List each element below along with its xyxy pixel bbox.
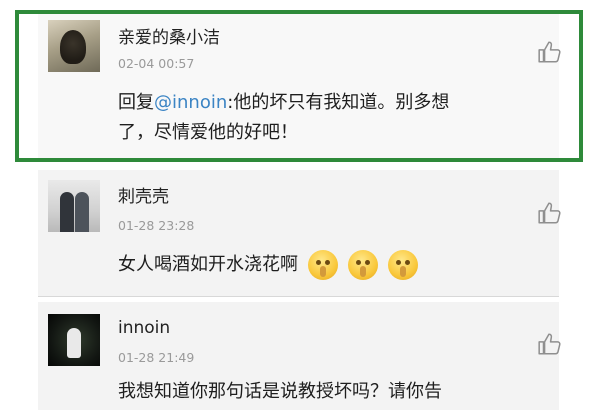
comment-text: 我想知道你那句话是说教授坏吗？请你告 [118,377,548,407]
shush-emoji-icon [348,250,378,280]
avatar-figure [60,30,86,64]
avatar-figure [60,192,74,232]
thumbs-up-icon[interactable] [537,200,563,226]
thumbs-up-icon-graphic [538,41,561,63]
comment-timestamp: 01-28 21:49 [118,350,195,365]
comment-timestamp: 02-04 00:57 [118,56,195,71]
reply-prefix: 回复 [118,92,154,113]
mention-link[interactable]: @innoin [154,92,227,113]
comment-text-line1: 女人喝酒如开水浇花啊 [118,254,298,275]
thumbs-up-icon-graphic [538,202,561,224]
thumbs-up-icon-graphic [538,333,561,355]
avatar[interactable] [48,180,100,232]
shush-emoji-icon [388,250,418,280]
thumbs-up-icon[interactable] [537,331,563,357]
comment-text-line2: 了，尽情爱他的好吧！ [118,122,298,143]
avatar[interactable] [48,20,100,72]
commenter-name[interactable]: 亲爱的桑小洁 [118,23,220,48]
avatar-figure [67,328,81,358]
comment-text-line1: 我想知道你那句话是说教授坏吗？请你告 [118,381,442,402]
avatar[interactable] [48,314,100,366]
comment-text-line1: :他的坏只有我知道。别多想 [227,92,450,113]
comment-timestamp: 01-28 23:28 [118,218,195,233]
thumbs-up-icon[interactable] [537,39,563,65]
comment-list: 亲爱的桑小洁 02-04 00:57 回复@innoin:他的坏只有我知道。别多… [0,0,597,410]
comment-text: 女人喝酒如开水浇花啊 [118,248,548,282]
comment-text: 回复@innoin:他的坏只有我知道。别多想 了，尽情爱他的好吧！ [118,88,548,148]
divider [38,296,559,297]
commenter-name[interactable]: innoin [118,318,170,338]
avatar-figure [75,192,89,232]
shush-emoji-icon [308,250,338,280]
commenter-name[interactable]: 刺壳壳 [118,182,169,207]
